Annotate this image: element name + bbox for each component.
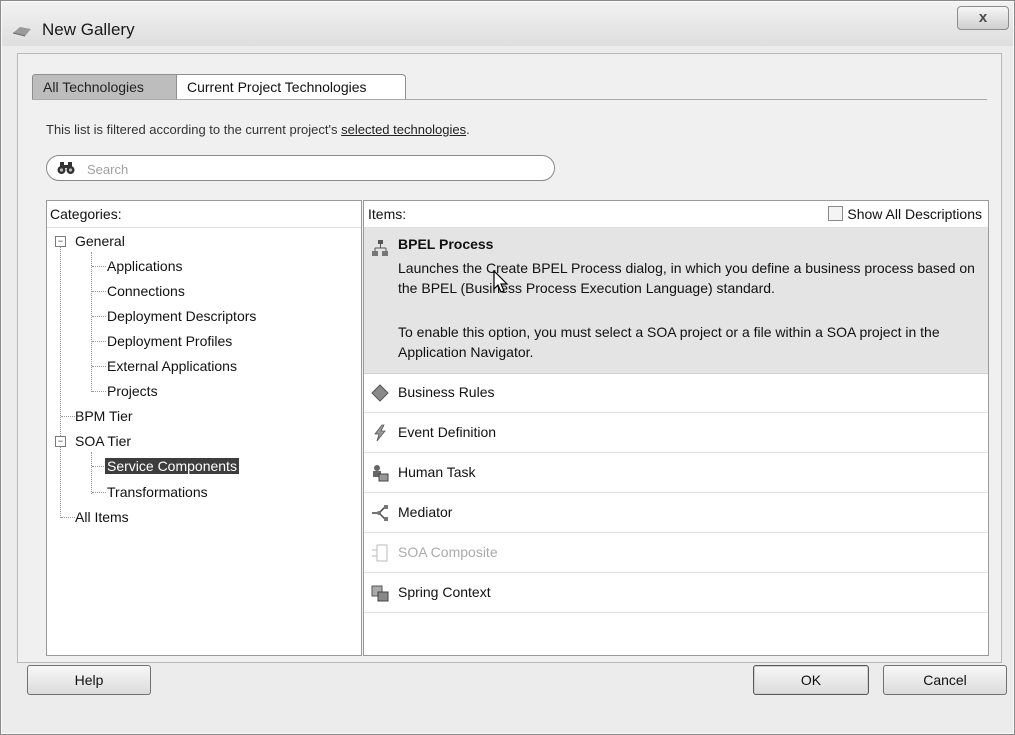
tree-item-soa-tier[interactable]: SOA Tier — [75, 429, 131, 453]
tab-current-project-technologies[interactable]: Current Project Technologies — [176, 74, 406, 99]
search-box[interactable] — [46, 155, 555, 181]
tree-item-deployment-descriptors[interactable]: Deployment Descriptors — [107, 304, 256, 328]
tree-item-label: Service Components — [105, 458, 239, 474]
tab-all-technologies[interactable]: All Technologies — [32, 74, 178, 99]
tree-item-label: Deployment Profiles — [107, 333, 233, 349]
mediator-icon — [372, 505, 388, 521]
item-label: Business Rules — [398, 384, 495, 400]
item-title: BPEL Process — [398, 236, 494, 252]
items-panel: Items: Show All Descriptions BPEL Proces… — [363, 200, 989, 656]
tree-connector — [92, 391, 106, 392]
ok-button[interactable]: OK — [753, 665, 869, 695]
tree-connector — [91, 252, 92, 392]
tab-divider — [32, 99, 987, 100]
tree-connector — [92, 316, 106, 317]
item-mediator[interactable]: Mediator — [364, 493, 988, 533]
soa-composite-icon — [372, 544, 388, 562]
collapse-icon[interactable]: − — [55, 436, 66, 447]
categories-panel: Categories: − General Applications Conne… — [46, 200, 362, 656]
tree-connector — [91, 452, 92, 494]
tree-item-transformations[interactable]: Transformations — [107, 480, 208, 504]
item-label: Event Definition — [398, 424, 497, 440]
dialog-title: New Gallery — [42, 20, 135, 39]
tree-connector — [92, 492, 106, 493]
checkbox-icon[interactable] — [828, 206, 844, 221]
selected-technologies-link[interactable]: selected technologies — [341, 122, 466, 137]
tree-item-label: Projects — [107, 383, 158, 399]
filter-note: This list is filtered according to the c… — [46, 122, 470, 137]
item-business-rules[interactable]: Business Rules — [364, 373, 988, 413]
bpel-process-icon — [372, 240, 388, 256]
tree-connector — [61, 517, 75, 518]
search-input[interactable] — [85, 159, 549, 179]
item-description: Launches the Create BPEL Process dialog,… — [398, 260, 975, 296]
tree-connector — [92, 291, 106, 292]
show-all-descriptions-checkbox[interactable]: Show All Descriptions — [828, 201, 982, 227]
title-bar[interactable]: New Gallery x — [2, 2, 1013, 46]
tree-item-label: Transformations — [107, 484, 208, 500]
tree-item-service-components[interactable]: Service Components — [105, 454, 239, 478]
spring-context-icon — [371, 585, 389, 602]
tree-item-connections[interactable]: Connections — [107, 279, 185, 303]
human-task-icon — [373, 465, 389, 482]
app-icon — [12, 27, 31, 37]
tree-item-label: Applications — [107, 258, 183, 274]
tree-item-external-applications[interactable]: External Applications — [107, 354, 237, 378]
item-enable-note: To enable this option, you must select a… — [398, 324, 940, 360]
item-human-task[interactable]: Human Task — [364, 453, 988, 493]
filter-note-suffix: . — [466, 122, 470, 137]
business-rules-icon — [371, 384, 389, 402]
tree-connector — [92, 366, 106, 367]
item-label: Human Task — [398, 464, 476, 480]
categories-header: Categories: — [47, 201, 361, 228]
tree-item-label: BPM Tier — [75, 408, 133, 424]
mouse-cursor-icon — [493, 270, 509, 293]
tree-item-all-items[interactable]: All Items — [75, 505, 129, 529]
items-header: Items: — [368, 206, 407, 222]
cancel-button[interactable]: Cancel — [883, 665, 1007, 695]
binoculars-search-icon — [57, 162, 75, 174]
tree-item-label: Deployment Descriptors — [107, 308, 257, 324]
item-event-definition[interactable]: Event Definition — [364, 413, 988, 453]
show-all-descriptions-label: Show All Descriptions — [847, 206, 982, 222]
item-label: Spring Context — [398, 584, 491, 600]
item-spring-context[interactable]: Spring Context — [364, 573, 988, 613]
tree-item-applications[interactable]: Applications — [107, 254, 183, 278]
help-button[interactable]: Help — [27, 665, 151, 695]
item-label: SOA Composite — [398, 544, 498, 560]
tree-item-deployment-profiles[interactable]: Deployment Profiles — [107, 329, 232, 353]
filter-note-text: This list is filtered according to the c… — [46, 122, 342, 137]
tree-connector — [60, 240, 61, 518]
tree-item-general[interactable]: General — [75, 229, 125, 253]
tree-item-bpm-tier[interactable]: BPM Tier — [75, 404, 133, 428]
tree-item-label: All Items — [75, 509, 129, 525]
dialog-body: All Technologies Current Project Technol… — [17, 53, 1002, 663]
tree-item-label: General — [75, 233, 125, 249]
tree-item-label: Connections — [107, 283, 185, 299]
new-gallery-dialog: New Gallery x All Technologies Current P… — [0, 0, 1015, 735]
close-icon: x — [978, 9, 988, 26]
item-soa-composite[interactable]: SOA Composite — [364, 533, 988, 573]
items-header-bar: Items: Show All Descriptions — [364, 201, 988, 228]
tree-connector — [92, 466, 106, 467]
collapse-icon[interactable]: − — [55, 236, 66, 247]
tree-connector — [92, 266, 106, 267]
tree-item-projects[interactable]: Projects — [107, 379, 158, 403]
close-button[interactable]: x — [957, 6, 1009, 30]
event-definition-icon — [374, 424, 386, 442]
tree-connector — [61, 416, 75, 417]
tree-item-label: SOA Tier — [75, 433, 132, 449]
item-bpel-process[interactable]: BPEL Process Launches the Create BPEL Pr… — [364, 228, 988, 374]
item-label: Mediator — [398, 504, 453, 520]
tree-connector — [92, 341, 106, 342]
tree-item-label: External Applications — [107, 358, 237, 374]
